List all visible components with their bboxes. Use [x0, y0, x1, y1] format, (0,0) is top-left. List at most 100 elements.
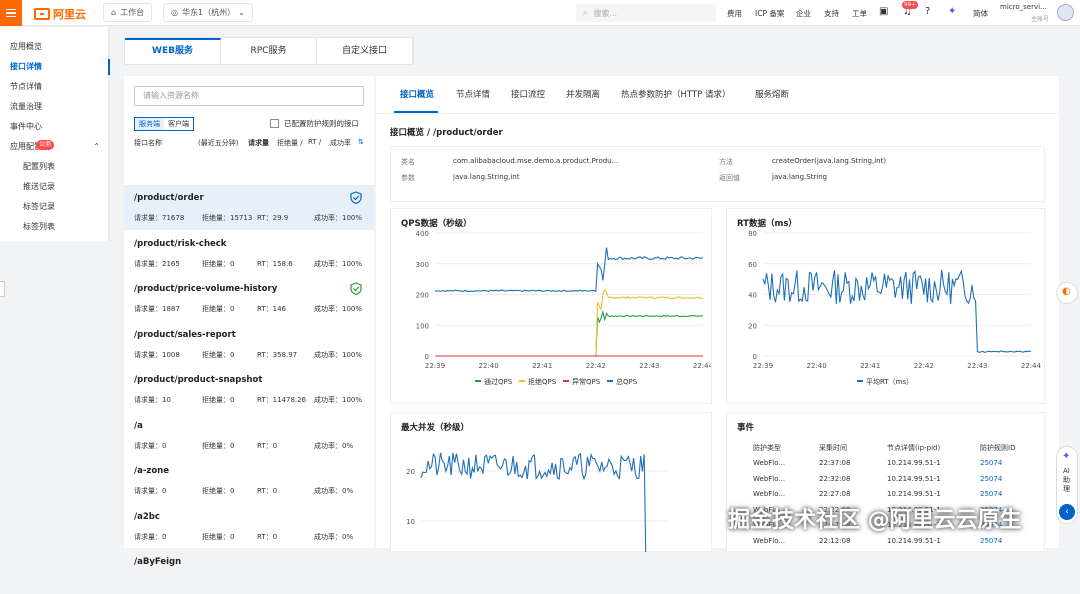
- resource-rejects: 拒绝量：0: [202, 350, 235, 359]
- nav-support[interactable]: 支持: [824, 8, 839, 19]
- resource-success-rate: 成功率：0%: [314, 487, 354, 495]
- avatar[interactable]: [1057, 4, 1074, 21]
- rule-id-link[interactable]: 25074: [980, 537, 1002, 545]
- sort-icon[interactable]: ⇅: [358, 138, 364, 146]
- region-selector[interactable]: ◎ 华东1（杭州） ⌄: [163, 3, 253, 22]
- resource-rt: RT：0: [257, 487, 278, 495]
- sidebar-item-app-overview[interactable]: 应用概览: [0, 37, 108, 57]
- resource-rejects: 拒绝量：0: [202, 487, 235, 495]
- account-name[interactable]: micro_servi...: [1000, 3, 1047, 11]
- nav-icp[interactable]: ICP 备案: [755, 8, 784, 19]
- nav-ticket[interactable]: 工单: [852, 8, 867, 19]
- list-item[interactable]: /product/product-snapshot 请求量：10 拒绝量：0 RT：1…: [124, 367, 374, 412]
- y-tick-label: 400: [416, 230, 429, 238]
- x-tick-label: 22:44: [1021, 362, 1042, 370]
- resource-name: /a: [134, 420, 143, 431]
- header-rej[interactable]: 拒绝量 /: [277, 138, 303, 148]
- class-value: com.alibabacloud.mse.demo.a.product.Prod…: [453, 157, 619, 165]
- rule-id-link[interactable]: 25074: [980, 475, 1002, 483]
- concurrency-chart: 102030: [406, 452, 669, 552]
- legend-label: 总QPS: [616, 377, 638, 386]
- header-rt[interactable]: RT /: [308, 138, 321, 146]
- qps-chart-card: QPS数据（秒级） 0 100 200 300 400 22:39 22:40 22:41 22…: [390, 208, 712, 404]
- legend-label: 平均RT（ms）: [866, 377, 913, 386]
- sidebar-item-tag-list[interactable]: 标签列表: [0, 217, 108, 237]
- header-ok[interactable]: 成功率: [330, 138, 351, 148]
- resource-rejects: 拒绝量：0: [202, 396, 235, 404]
- terminal-icon[interactable]: ▣: [879, 6, 888, 17]
- list-item[interactable]: /a-zone 请求量：0 拒绝量：0 RT：0 成功率：0%: [124, 458, 374, 503]
- nav-enterprise[interactable]: 企业: [796, 8, 811, 19]
- resource-name: /product/order: [134, 193, 204, 203]
- legend-label: 通过QPS: [484, 377, 513, 386]
- list-item[interactable]: /a 请求量：0 拒绝量：0 RT：0 成功率：0%: [124, 413, 374, 458]
- rule-id-link[interactable]: 25074: [980, 459, 1002, 467]
- sidebar-item-traffic[interactable]: 流量治理: [0, 97, 108, 117]
- event-cell: WebFlo...: [753, 474, 786, 483]
- rule-id-link[interactable]: 25074: [980, 490, 1002, 498]
- x-tick-label: 22:41: [532, 362, 552, 370]
- header-period: (最近五分钟): [198, 139, 239, 147]
- resource-name: /product/product-snapshot: [134, 375, 263, 385]
- segment-server[interactable]: 服务端: [135, 118, 164, 130]
- floating-tool-button[interactable]: ◐: [1056, 282, 1078, 304]
- sidebar: 应用概览 接口详情 节点详情 流量治理 事件中心 应用配置 公测 ⌃ 配置列表 推送…: [0, 27, 110, 241]
- home-icon: ⌂: [111, 8, 117, 17]
- api-info-box: 类名 com.alibabacloud.mse.demo.a.product.P…: [390, 146, 1045, 202]
- list-item[interactable]: /product/price-volume-history 请求量：1887 拒绝量…: [124, 276, 374, 321]
- ai-icon[interactable]: ✦: [948, 6, 956, 17]
- resource-requests: 请求量：10: [134, 396, 171, 404]
- sidebar-collapse-handle[interactable]: [0, 281, 5, 297]
- sidebar-item-tag-records[interactable]: 标签记录: [0, 197, 108, 217]
- nav-fee[interactable]: 费用: [727, 8, 742, 19]
- list-item[interactable]: /aByFeign: [124, 549, 374, 594]
- return-label: 返回值: [719, 174, 740, 182]
- list-item[interactable]: /product/order 请求量：71678 拒绝量：15713 RT：29.9 成…: [124, 185, 374, 230]
- list-item[interactable]: /a2bc 请求量：0 拒绝量：0 RT：0 成功率：0%: [124, 504, 374, 549]
- tab-custom-api[interactable]: 自定义接口: [317, 38, 413, 64]
- search-input[interactable]: ⌕ 搜索...: [576, 4, 716, 22]
- tab-api-overview[interactable]: 接口概览: [400, 88, 434, 100]
- series-line: [435, 309, 704, 357]
- globe-icon: ◎: [171, 8, 178, 17]
- resource-name: /aByFeign: [134, 557, 182, 567]
- help-icon[interactable]: ?: [925, 6, 930, 17]
- tab-web-service[interactable]: WEB服务: [125, 38, 221, 64]
- menu-icon[interactable]: [0, 0, 22, 26]
- event-cell: WebFlo...: [753, 490, 786, 499]
- resource-rt: RT：29.9: [257, 214, 289, 222]
- series-line: [434, 247, 704, 293]
- list-item[interactable]: /product/risk-check 请求量：2165 拒绝量：0 RT：158.6…: [124, 231, 374, 276]
- tab-flow-control[interactable]: 接口流控: [511, 88, 545, 100]
- list-item[interactable]: /product/sales-report 请求量：1008 拒绝量：0 RT：358…: [124, 322, 374, 367]
- language-switch[interactable]: 简体: [973, 8, 988, 19]
- tab-hotspot[interactable]: 热点参数防护（HTTP 请求）: [621, 88, 730, 100]
- tab-node-details[interactable]: 节点详情: [456, 88, 490, 100]
- x-tick-label: 22:44: [693, 362, 711, 370]
- tab-concurrency[interactable]: 并发隔离: [566, 88, 600, 100]
- y-tick-label: 80: [748, 230, 757, 238]
- segment-client[interactable]: 客户端: [164, 118, 193, 130]
- return-value: java.lang.String: [772, 173, 828, 181]
- sidebar-item-app-config[interactable]: 应用配置 公测 ⌃: [0, 137, 108, 157]
- workbench-button[interactable]: ⌂ 工作台: [103, 3, 153, 22]
- event-cell: WebFlo...: [753, 537, 786, 545]
- collapse-left-icon[interactable]: ‹: [1059, 504, 1075, 520]
- events-header: 防护规则ID: [980, 444, 1016, 452]
- sidebar-item-node-details[interactable]: 节点详情: [0, 77, 108, 97]
- tab-circuit-breaker[interactable]: 服务熔断: [755, 88, 789, 100]
- resource-requests: 请求量：71678: [134, 214, 185, 222]
- rule-filter-checkbox[interactable]: 已配置防护规则的接口: [270, 118, 359, 129]
- resource-rt: RT：158.6: [257, 259, 293, 268]
- sidebar-item-events[interactable]: 事件中心: [0, 117, 108, 137]
- sidebar-item-config-list[interactable]: 配置列表: [0, 157, 108, 177]
- resource-search-input[interactable]: 请输入资源名称: [134, 86, 364, 106]
- ai-assistant-button[interactable]: ✦ AI助理 ‹: [1056, 446, 1078, 524]
- x-tick-label: 22:40: [479, 362, 499, 370]
- x-tick-label: 22:41: [860, 362, 880, 370]
- header-req[interactable]: 请求量: [248, 138, 269, 148]
- sidebar-item-api-details[interactable]: 接口详情: [0, 57, 110, 77]
- logo[interactable]: 阿里云: [34, 6, 86, 22]
- sidebar-item-push-records[interactable]: 推送记录: [0, 177, 108, 197]
- tab-rpc-service[interactable]: RPC服务: [221, 38, 317, 64]
